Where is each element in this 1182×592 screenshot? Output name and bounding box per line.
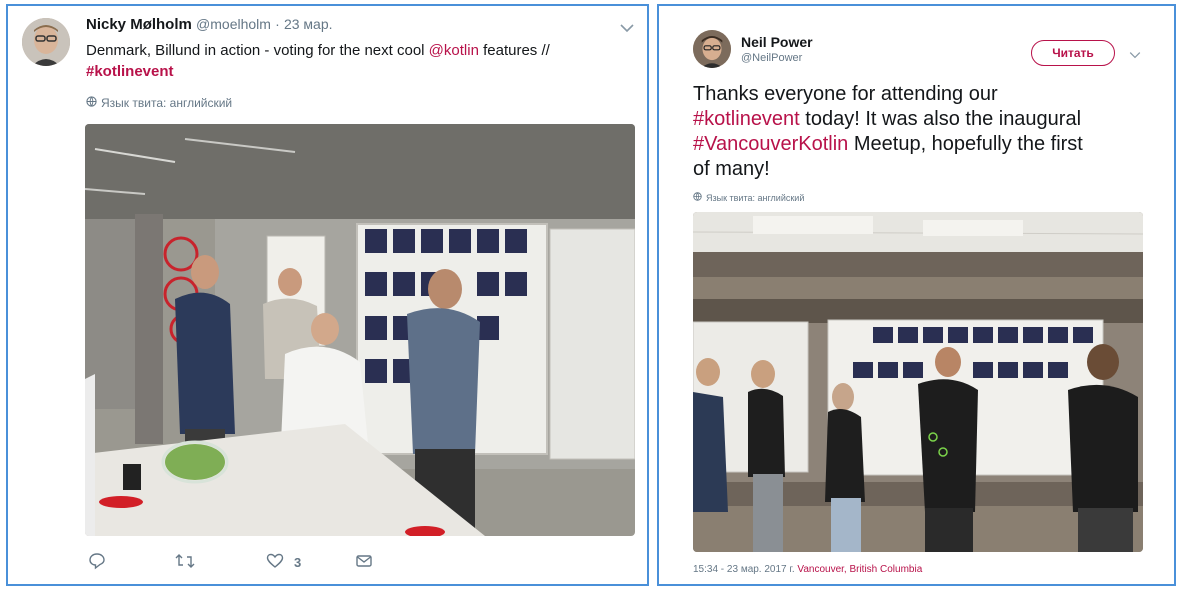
tweet-text-part: Thanks everyone for attending our (693, 83, 998, 105)
language-label: Язык твита: английский (706, 193, 805, 203)
tweet-photo[interactable] (693, 212, 1143, 552)
like-count: 3 (294, 555, 302, 570)
tweet-card-moelholm: Nicky Mølholm @moelholm · 23 мар. Denmar… (6, 4, 649, 586)
heart-icon (266, 552, 284, 573)
location-link[interactable]: Vancouver, British Columbia (797, 564, 922, 575)
tweet-timestamp[interactable]: 15:34 - 23 мар. 2017 г. (693, 564, 795, 575)
chevron-down-icon[interactable] (620, 20, 634, 36)
hashtag-link[interactable]: #kotlinevent (693, 108, 800, 130)
retweet-button[interactable] (174, 552, 196, 573)
tweet-photo[interactable] (85, 124, 635, 536)
globe-icon (693, 192, 702, 204)
follow-button[interactable]: Читать (1031, 40, 1115, 66)
tweet-actions: 3 (88, 552, 373, 573)
reply-button[interactable] (88, 552, 106, 573)
tweet-text-part: Meetup, hopefully the first (848, 133, 1083, 155)
tweet-text-part: of many! (693, 158, 770, 180)
chevron-down-icon[interactable] (1129, 46, 1141, 62)
tweet-text: Denmark, Billund in action - voting for … (86, 40, 626, 82)
avatar[interactable] (693, 30, 731, 68)
tweet-header: Neil Power @NeilPower (741, 34, 813, 64)
reply-icon (88, 552, 106, 573)
tweet-date[interactable]: 23 мар. (284, 16, 333, 32)
tweet-language[interactable]: Язык твита: английский (86, 96, 232, 110)
mention-link[interactable]: @kotlin (429, 42, 479, 59)
dm-button[interactable] (355, 552, 373, 573)
like-button[interactable]: 3 (266, 552, 301, 573)
author-handle[interactable]: @moelholm (196, 16, 271, 32)
globe-icon (86, 96, 97, 110)
language-label: Язык твита: английский (101, 96, 233, 110)
tweet-text: Thanks everyone for attending our #kotli… (693, 82, 1163, 182)
tweet-language[interactable]: Язык твита: английский (693, 192, 804, 204)
author-name[interactable]: Nicky Mølholm (86, 16, 192, 33)
separator: · (275, 16, 280, 32)
hashtag-link[interactable]: #kotlinevent (86, 63, 174, 80)
tweet-text-part: today! It was also the inaugural (799, 108, 1082, 130)
message-icon (355, 552, 373, 573)
avatar[interactable] (22, 18, 70, 66)
retweet-icon (174, 552, 196, 573)
tweet-footer: 15:34 - 23 мар. 2017 г. Vancouver, Briti… (693, 564, 922, 575)
tweet-text-part: features // (478, 42, 550, 59)
tweet-text-part: Denmark, Billund in action - voting for … (86, 42, 429, 59)
tweet-card-neilpower: Neil Power @NeilPower Читать Thanks ever… (657, 4, 1176, 586)
author-name[interactable]: Neil Power (741, 34, 813, 50)
hashtag-link[interactable]: #VancouverKotlin (693, 133, 848, 155)
tweet-header: Nicky Mølholm @moelholm · 23 мар. (86, 16, 333, 33)
author-handle[interactable]: @NeilPower (741, 52, 813, 64)
